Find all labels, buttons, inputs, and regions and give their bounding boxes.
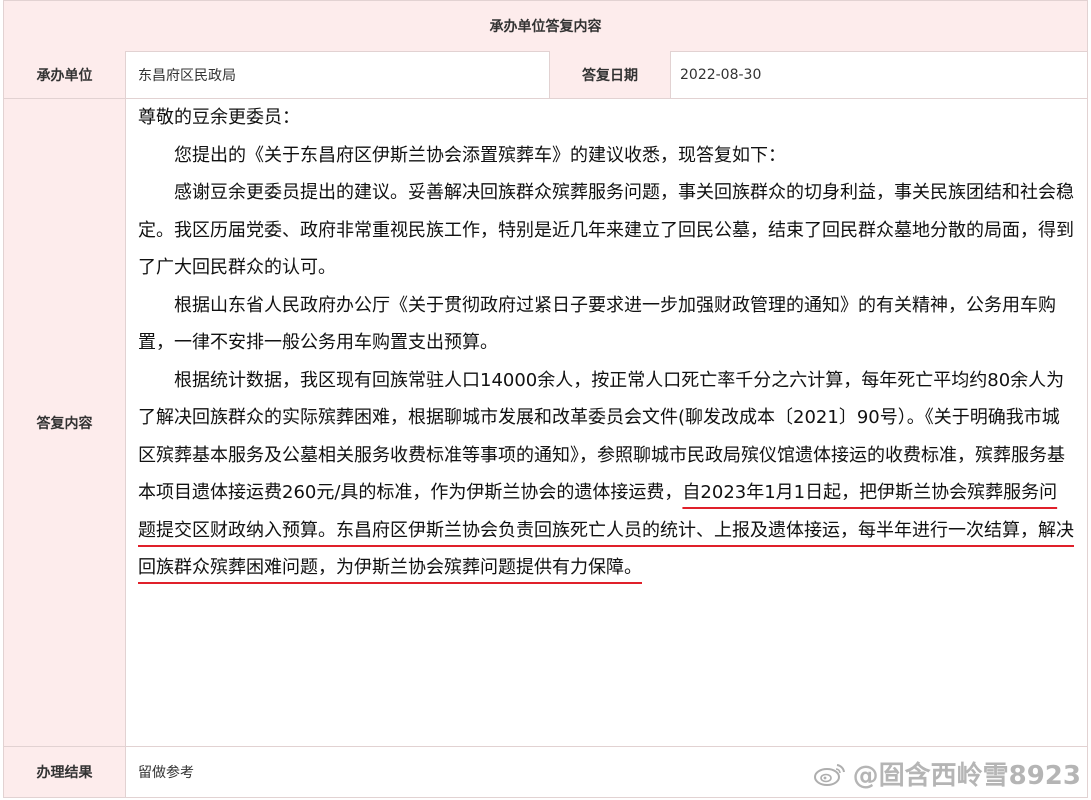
watermark-text: @囼含西岭雪8923 <box>852 761 1081 791</box>
reply-greeting: 尊敬的豆余更委员： <box>138 107 300 128</box>
weibo-icon <box>813 763 845 786</box>
reply-row: 答复内容 尊敬的豆余更委员： 您提出的《关于东昌府区伊斯兰协会添置殡葬车》的建议… <box>4 99 1087 747</box>
table-header: 承办单位答复内容 <box>4 1 1087 52</box>
unit-value: 东昌府区民政局 <box>138 67 236 84</box>
watermark: @囼含西岭雪8923 <box>813 755 1081 792</box>
reply-paragraph-1: 您提出的《关于东昌府区伊斯兰协会添置殡葬车》的建议收悉，现答复如下： <box>174 144 786 166</box>
reply-paragraph-2: 感谢豆余更委员提出的建议。妥善解决回族群众殡葬服务问题，事关回族群众的切身利益，… <box>138 182 1074 278</box>
reply-paragraph-4: 根据统计数据，我区现有回族常驻人口14000余人，按正常人口死亡率千分之六计算，… <box>138 362 1074 587</box>
info-row: 承办单位 东昌府区民政局 答复日期 2022-08-30 <box>4 51 1087 99</box>
date-value: 2022-08-30 <box>680 66 762 83</box>
result-value: 留做参考 <box>138 765 194 781</box>
unit-label: 承办单位 <box>4 51 126 98</box>
reply-content: 尊敬的豆余更委员： 您提出的《关于东昌府区伊斯兰协会添置殡葬车》的建议收悉，现答… <box>138 99 1074 587</box>
reply-table: 承办单位答复内容 承办单位 东昌府区民政局 答复日期 2022-08-30 答复… <box>3 0 1088 798</box>
result-label: 办理结果 <box>4 747 126 797</box>
reply-paragraph-3: 根据山东省人民政府办公厅《关于贯彻政府过紧日子要求进一步加强财政管理的通知》的有… <box>138 294 1056 354</box>
reply-label: 答复内容 <box>4 99 126 746</box>
date-label: 答复日期 <box>549 51 671 98</box>
